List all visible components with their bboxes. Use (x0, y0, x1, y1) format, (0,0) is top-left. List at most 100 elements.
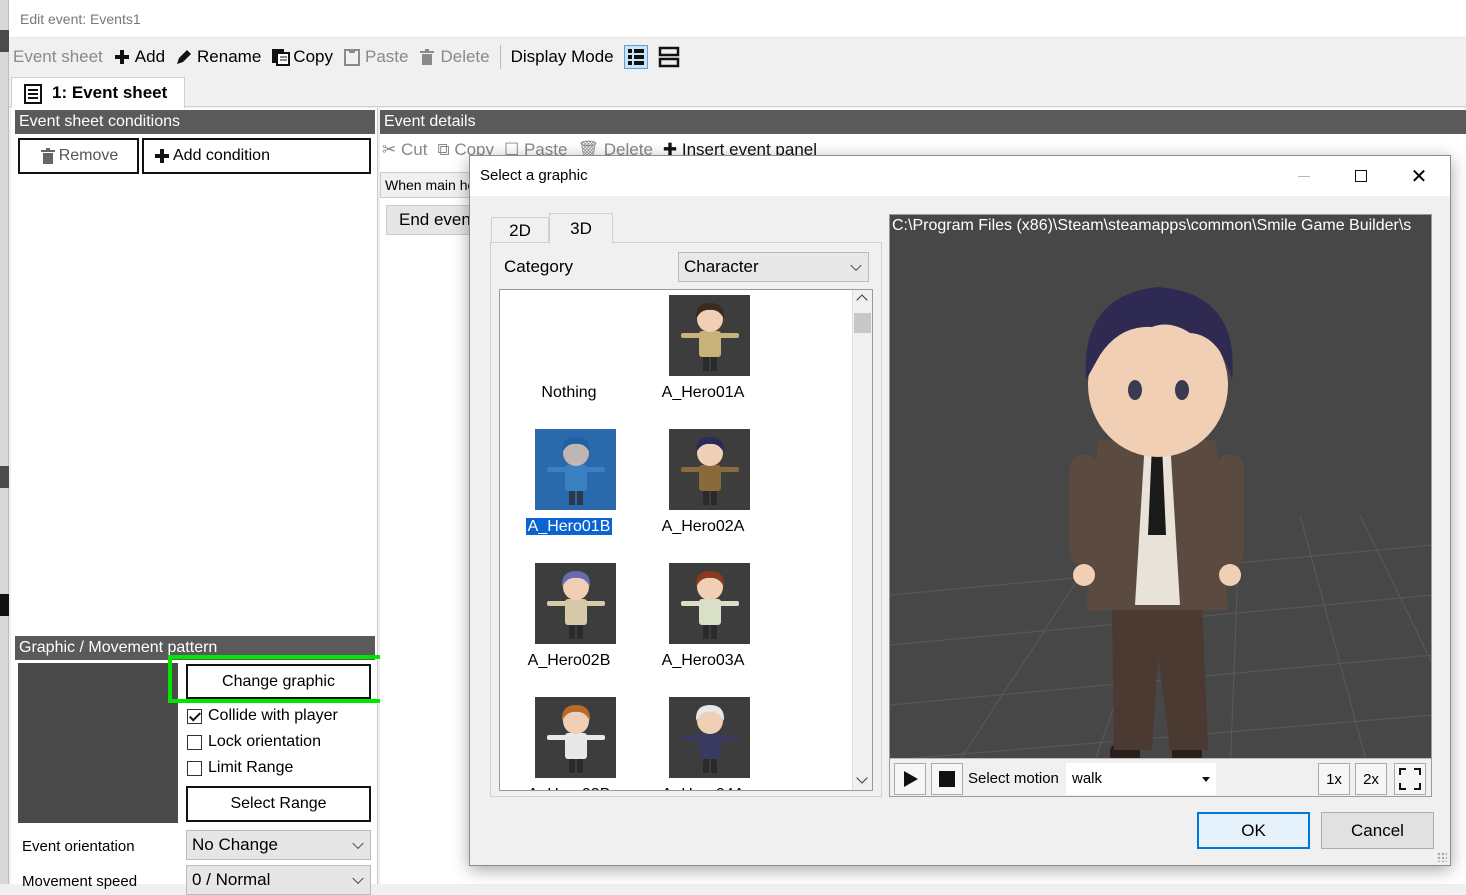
cut-button[interactable]: ✂ Cut (382, 140, 427, 160)
event-details-header: Event details (380, 110, 1466, 134)
graphic-thumbnail (669, 697, 750, 778)
panel-view-icon[interactable] (658, 46, 680, 68)
paste-button[interactable]: Paste (343, 47, 408, 67)
graphic-thumbnail (535, 429, 616, 510)
graphic-list[interactable]: Nothing A_Hero01A A_Hero01B A_Hero02A A_Hero… (499, 289, 873, 791)
graphic-thumbnail (535, 697, 616, 778)
dialog-title: Select a graphic (480, 167, 588, 184)
sheet-tabstrip (9, 76, 1466, 107)
checkbox-box (187, 734, 202, 750)
graphic-item-label: A_Hero02B (527, 652, 611, 669)
graphic-item[interactable]: A_Hero03B (502, 694, 636, 790)
cancel-button[interactable]: Cancel (1321, 812, 1434, 849)
character-model (1070, 287, 1244, 765)
edge-marker (0, 594, 9, 616)
trigger-select[interactable]: When main he (380, 172, 480, 198)
motion-select[interactable]: walk (1066, 763, 1216, 795)
chevron-down-icon (850, 259, 862, 272)
list-view-icon[interactable] (623, 45, 648, 69)
end-event-panel[interactable]: End event (386, 205, 481, 235)
checkbox-box (187, 760, 202, 776)
graphic-item[interactable]: A_Hero04A (636, 694, 770, 790)
graphic-item[interactable]: A_Hero03A (636, 560, 770, 690)
graphic-item[interactable]: Nothing (502, 292, 636, 422)
close-icon: ✕ (1410, 165, 1428, 188)
document-icon (24, 84, 42, 104)
background-window-edge (0, 0, 9, 884)
fullscreen-icon (1399, 768, 1421, 790)
copy-button[interactable]: Copy (271, 47, 333, 67)
collide-checkbox[interactable]: Collide with player (187, 707, 338, 725)
maximize-button[interactable] (1332, 156, 1390, 196)
plus-icon (153, 147, 171, 165)
add-condition-button[interactable]: Add condition (142, 138, 371, 174)
category-select[interactable]: Character (678, 252, 869, 282)
add-button[interactable]: Add (113, 47, 165, 67)
pencil-icon (175, 48, 193, 66)
preview-scene (890, 287, 1431, 776)
tab-3d[interactable]: 3D (549, 213, 613, 244)
resize-grip[interactable] (1437, 852, 1447, 862)
tab-page-3d: Category Character Nothing A_Hero01A A_Her… (490, 242, 882, 797)
close-button[interactable]: ✕ (1390, 156, 1448, 196)
edge-marker (0, 466, 9, 488)
rename-button[interactable]: Rename (175, 47, 261, 67)
graphic-item-label: A_Hero03B (502, 786, 636, 790)
remove-condition-button[interactable]: Remove (18, 138, 139, 174)
motion-bar: Select motion walk 1x 2x (890, 758, 1431, 796)
minimize-icon (1298, 175, 1310, 177)
model-preview[interactable]: C:\Program Files (x86)\Steam\steamapps\c… (889, 214, 1432, 797)
ok-button[interactable]: OK (1197, 812, 1310, 849)
movement-speed-select[interactable]: 0 / Normal (186, 865, 371, 895)
checkbox-box (187, 708, 202, 724)
graphic-thumbnail (669, 563, 750, 644)
play-button[interactable] (894, 763, 926, 795)
tab-2d[interactable]: 2D (491, 217, 549, 243)
graphic-item-label: A_Hero04A (636, 786, 770, 790)
movement-speed-label: Movement speed (22, 873, 138, 890)
limit-range-checkbox[interactable]: Limit Range (187, 759, 293, 777)
conditions-header: Event sheet conditions (15, 110, 375, 134)
scroll-thumb[interactable] (854, 313, 871, 333)
plus-icon (113, 48, 131, 66)
chevron-down-icon (352, 872, 364, 885)
window-titlebar: Edit event: Events1 (9, 0, 1466, 38)
change-graphic-button[interactable]: Change graphic (186, 664, 371, 699)
graphic-thumbnail (535, 563, 616, 644)
clipboard-icon (343, 48, 361, 66)
model-path: C:\Program Files (x86)\Steam\steamapps\c… (892, 217, 1412, 234)
delete-button[interactable]: Delete (418, 47, 490, 67)
minimize-button[interactable] (1275, 156, 1333, 196)
trash-icon (418, 48, 436, 66)
graphic-item[interactable]: A_Hero02B (502, 560, 636, 690)
lock-orientation-checkbox[interactable]: Lock orientation (187, 733, 321, 751)
dialog-titlebar: Select a graphic ✕ (470, 156, 1450, 196)
event-orientation-select[interactable]: No Change (186, 830, 371, 860)
graphic-item[interactable]: A_Hero01B (502, 426, 636, 556)
select-range-button[interactable]: Select Range (186, 786, 371, 822)
scroll-up-icon[interactable] (856, 294, 868, 306)
graphic-thumbnail (669, 295, 750, 376)
stop-button[interactable] (931, 763, 963, 795)
graphic-thumbnail (669, 429, 750, 510)
graphic-item-label: A_Hero01B (524, 517, 614, 536)
fullscreen-button[interactable] (1394, 763, 1426, 795)
event-sheet-menu[interactable]: Event sheet (13, 47, 103, 67)
graphic-item-label: A_Hero01A (661, 384, 745, 401)
edge-marker (0, 30, 9, 52)
tab-event-sheet-1[interactable]: 1: Event sheet (11, 77, 185, 108)
stop-icon (939, 771, 955, 787)
graphic-item[interactable]: A_Hero02A (636, 426, 770, 556)
maximize-icon (1355, 170, 1367, 182)
scroll-down-icon[interactable] (856, 772, 868, 784)
window-title: Edit event: Events1 (20, 11, 141, 27)
main-toolbar: Event sheet Add Rename Copy Paste Delete… (9, 40, 1466, 74)
list-scrollbar[interactable] (852, 290, 872, 790)
display-mode-label: Display Mode (510, 47, 614, 66)
zoom-1x-button[interactable]: 1x (1318, 763, 1350, 795)
toolbar-separator (499, 45, 501, 69)
graphic-item[interactable]: A_Hero01A (636, 292, 770, 422)
chevron-down-icon (352, 837, 364, 850)
zoom-2x-button[interactable]: 2x (1355, 763, 1387, 795)
event-orientation-label: Event orientation (22, 838, 135, 855)
